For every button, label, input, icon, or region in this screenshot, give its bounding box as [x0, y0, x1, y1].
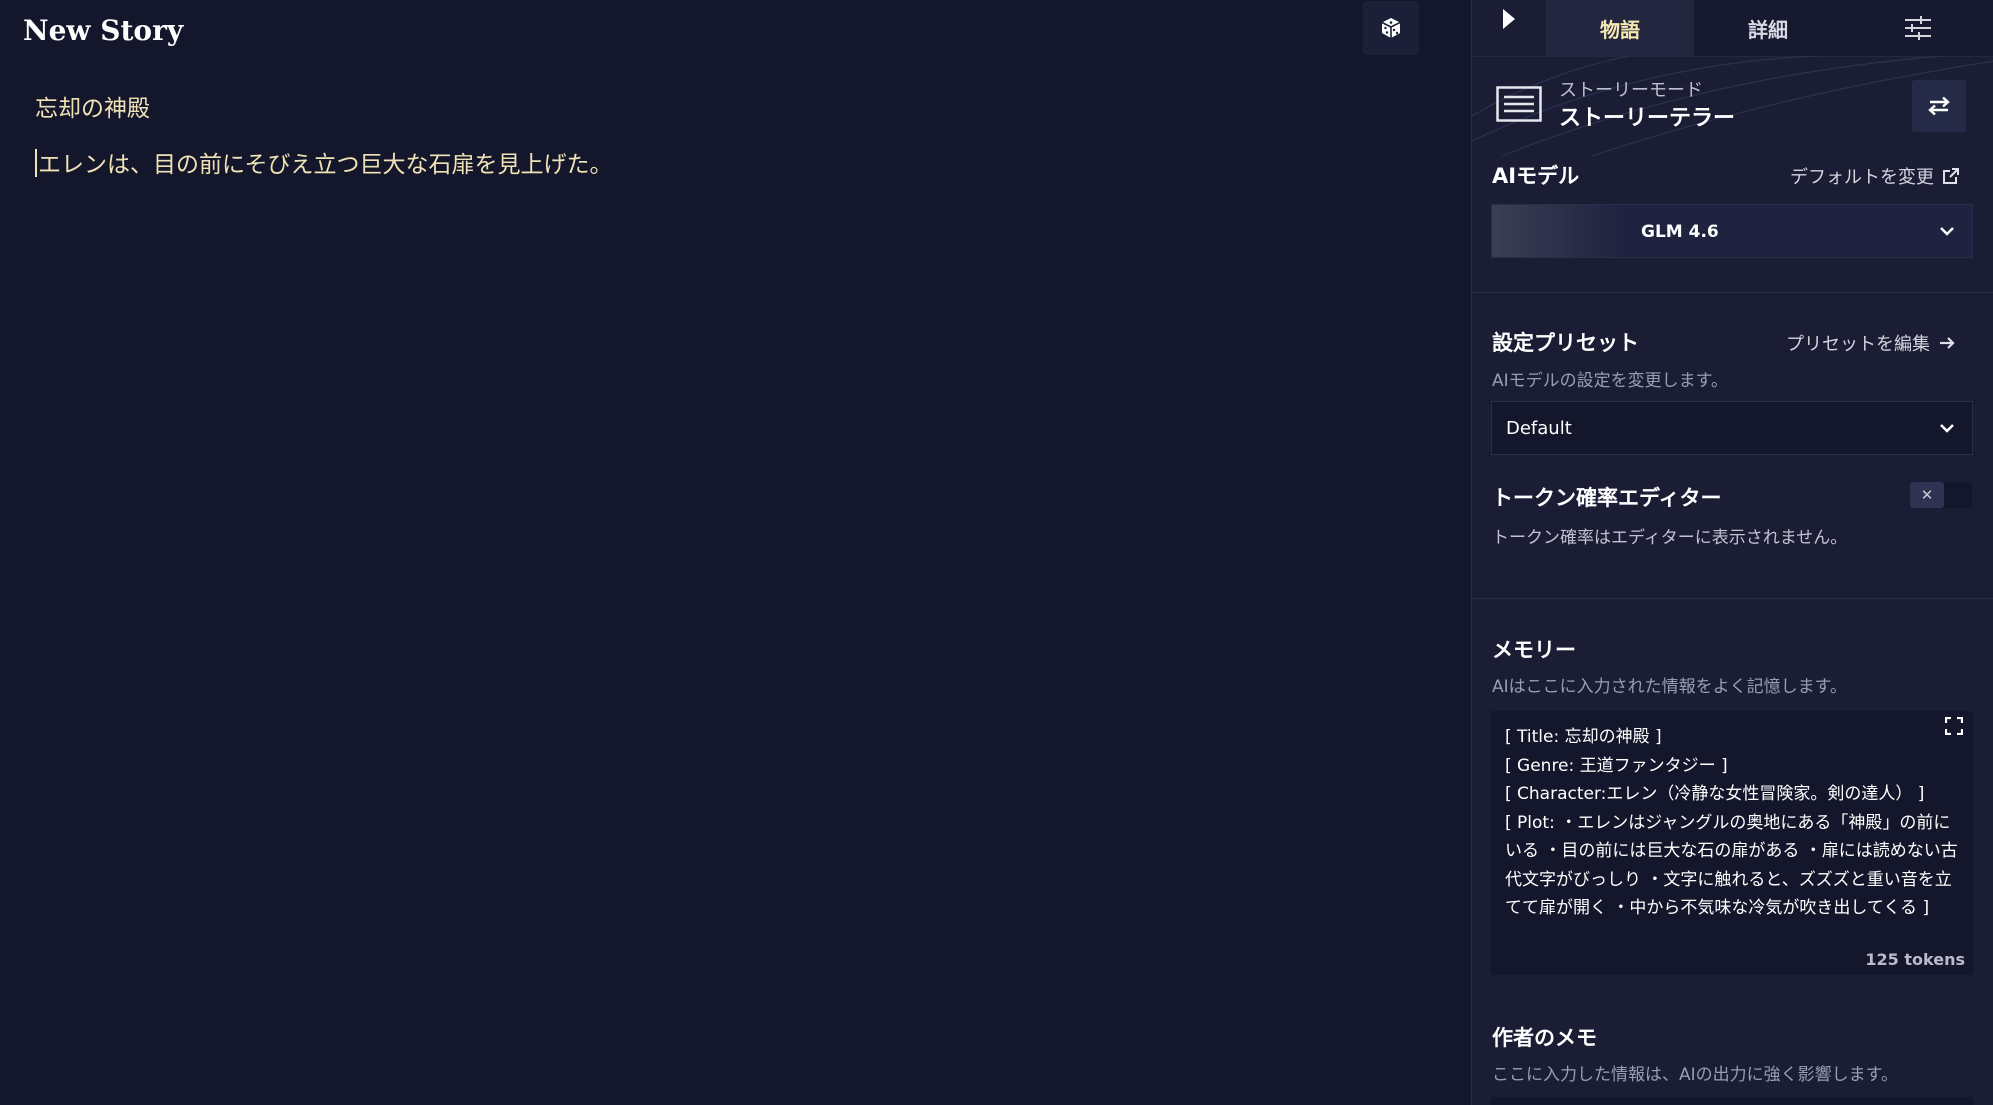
preset-select[interactable]: Default — [1491, 401, 1973, 455]
settings-sidebar: 物語 詳細 ストーリーモード ストーリーテラー AIモデル デフォルトを変更 G… — [1471, 0, 1993, 1105]
memory-token-count: 125 tokens — [1865, 950, 1965, 969]
token-editor-title: トークン確率エディター — [1492, 486, 1722, 510]
preset-selected-value: Default — [1506, 418, 1572, 439]
story-paragraph: エレンは、目の前にそびえ立つ巨大な石扉を見上げた。 — [38, 152, 613, 178]
chevron-down-icon — [1940, 227, 1954, 236]
memory-title: メモリー — [1492, 638, 1576, 662]
mode-label: ストーリーモード — [1559, 80, 1703, 101]
document-lines-icon — [1496, 86, 1542, 122]
external-link-icon — [1943, 168, 1959, 184]
swap-arrows-icon — [1928, 96, 1950, 116]
tab-details[interactable]: 詳細 — [1694, 0, 1842, 56]
memory-content: [ Title: 忘却の神殿 ] [ Genre: 王道ファンタジー ] [ C… — [1505, 727, 1958, 918]
change-mode-button[interactable] — [1912, 80, 1966, 132]
story-text-area[interactable]: エレンは、目の前にそびえ立つ巨大な石扉を見上げた。 — [35, 145, 613, 179]
expand-icon[interactable] — [1945, 717, 1963, 735]
dice-icon — [1381, 18, 1401, 38]
mode-name: ストーリーテラー — [1559, 106, 1736, 131]
preset-description: AIモデルの設定を変更します。 — [1492, 371, 1728, 391]
change-default-link[interactable]: デフォルトを変更 — [1790, 163, 1960, 189]
preset-title: 設定プリセット — [1492, 331, 1639, 355]
divider — [1472, 292, 1993, 293]
story-heading[interactable]: 忘却の神殿 — [35, 89, 150, 123]
divider — [1472, 598, 1993, 599]
story-mode-panel: ストーリーモード ストーリーテラー — [1472, 56, 1993, 156]
collapse-sidebar-button[interactable] — [1472, 0, 1546, 56]
sliders-icon — [1905, 16, 1931, 40]
edit-preset-label: プリセットを編集 — [1786, 334, 1930, 355]
model-thumbnail — [1492, 205, 1622, 257]
author-note-textarea[interactable] — [1491, 1097, 1973, 1105]
arrow-right-icon — [1940, 337, 1955, 349]
author-note-title: 作者のメモ — [1492, 1026, 1597, 1050]
chevron-down-icon — [1940, 424, 1954, 433]
memory-textarea[interactable]: [ Title: 忘却の神殿 ] [ Genre: 王道ファンタジー ] [ C… — [1491, 711, 1973, 975]
story-title[interactable]: New Story — [23, 14, 183, 47]
model-selected-value: GLM 4.6 — [1641, 222, 1719, 242]
tab-advanced-settings[interactable] — [1842, 0, 1993, 56]
sidebar-tabbar: 物語 詳細 — [1472, 0, 1993, 57]
ai-model-title: AIモデル — [1492, 164, 1580, 188]
change-default-label: デフォルトを変更 — [1790, 167, 1934, 188]
toggle-knob: ✕ — [1910, 482, 1944, 508]
ai-model-select[interactable]: GLM 4.6 — [1491, 204, 1973, 258]
token-editor-description: トークン確率はエディターに表示されません。 — [1492, 528, 1848, 548]
token-editor-toggle[interactable]: ✕ — [1910, 482, 1972, 508]
edit-preset-link[interactable]: プリセットを編集 — [1786, 330, 1956, 356]
author-note-description: ここに入力した情報は、AIの出力に強く影響します。 — [1492, 1065, 1898, 1085]
text-caret — [35, 149, 37, 177]
random-button[interactable] — [1363, 1, 1419, 55]
story-editor: New Story 忘却の神殿 エレンは、目の前にそびえ立つ巨大な石扉を見上げた… — [0, 0, 1471, 1105]
tab-story[interactable]: 物語 — [1546, 0, 1694, 56]
play-icon — [1503, 9, 1515, 29]
memory-description: AIはここに入力された情報をよく記憶します。 — [1492, 677, 1847, 697]
